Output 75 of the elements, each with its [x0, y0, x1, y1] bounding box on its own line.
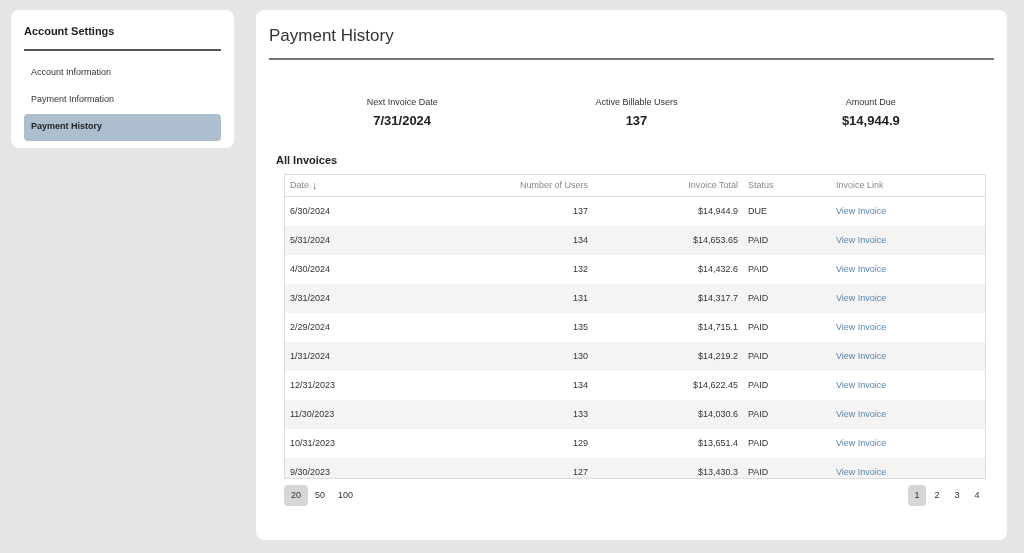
table-cell: 1/31/2024 [290, 350, 331, 361]
table-cell: $13,651.4 [697, 437, 738, 448]
page-button[interactable]: 3 [948, 485, 966, 506]
table-cell: 127 [572, 466, 588, 477]
column-header: Number of Users [519, 178, 588, 192]
table-cell: PAID [748, 263, 769, 274]
table-cell: $14,219.2 [697, 350, 738, 361]
table-cell: 131 [572, 292, 588, 303]
table-cell: 133 [572, 408, 588, 419]
invoice-link[interactable]: View Invoice [836, 263, 887, 274]
page-size-button[interactable]: 20 [284, 485, 308, 506]
summary-label: Active Billable Users [595, 95, 678, 109]
invoice-link[interactable]: View Invoice [836, 234, 887, 245]
table-cell: 134 [572, 234, 588, 245]
table-cell: 3/31/2024 [290, 292, 331, 303]
invoice-link[interactable]: View Invoice [836, 466, 887, 477]
invoice-link[interactable]: View Invoice [836, 437, 887, 448]
table-cell: 5/31/2024 [290, 234, 331, 245]
table-cell: PAID [748, 292, 769, 303]
summary-label: Next Invoice Date [366, 95, 438, 109]
table-cell: 130 [572, 350, 588, 361]
page-button[interactable]: 1 [908, 485, 926, 506]
table-cell: 9/30/2023 [290, 466, 331, 477]
column-header: Date [290, 178, 309, 192]
table-cell: 135 [572, 321, 588, 332]
page-button[interactable]: 4 [968, 485, 986, 506]
summary-value: $14,944.9 [841, 112, 900, 130]
page-size-button[interactable]: 50 [308, 485, 332, 506]
section-title: All Invoices [276, 152, 339, 168]
sidebar-item[interactable]: Account Information [24, 59, 221, 87]
table-cell: $14,317.7 [697, 292, 738, 303]
table-cell: $14,715.1 [697, 321, 738, 332]
sidebar-item[interactable]: Payment Information [24, 86, 221, 114]
table-cell: 10/31/2023 [290, 437, 336, 448]
table-cell: 4/30/2024 [290, 263, 331, 274]
table-cell: $14,944.9 [697, 205, 738, 216]
table-cell: 12/31/2023 [290, 379, 336, 390]
invoice-link[interactable]: View Invoice [836, 379, 887, 390]
table-cell: DUE [748, 205, 767, 216]
column-header: Invoice Total [688, 178, 738, 192]
table-cell: PAID [748, 466, 769, 477]
sidebar-item[interactable]: Payment History [24, 113, 221, 141]
table-cell: PAID [748, 408, 769, 419]
page-size-button[interactable]: 100 [332, 485, 360, 506]
table-cell: 6/30/2024 [290, 205, 331, 216]
table-cell: $14,622.45 [692, 379, 738, 390]
table-cell: $14,653.65 [692, 234, 738, 245]
table-cell: 11/30/2023 [290, 408, 335, 419]
summary-value: 137 [625, 112, 648, 130]
table-cell: 134 [572, 379, 588, 390]
table-cell: PAID [748, 234, 769, 245]
table-cell: 137 [572, 205, 588, 216]
table-cell: PAID [748, 321, 769, 332]
invoice-link[interactable]: View Invoice [836, 205, 887, 216]
table-cell: 2/29/2024 [290, 321, 331, 332]
invoice-link[interactable]: View Invoice [836, 408, 887, 419]
summary-value: 7/31/2024 [373, 112, 432, 130]
page-title: Payment History [269, 23, 994, 60]
sidebar-title: Account Settings [24, 23, 221, 51]
table-cell: $13,430.3 [697, 466, 738, 477]
column-header: Invoice Link [836, 178, 884, 192]
column-header: Status [748, 178, 774, 192]
table-cell: 132 [572, 263, 588, 274]
summary-label: Amount Due [845, 95, 896, 109]
invoice-link[interactable]: View Invoice [836, 350, 887, 361]
page-button[interactable]: 2 [928, 485, 946, 506]
table-cell: $14,432.6 [697, 263, 738, 274]
table-cell: PAID [748, 379, 769, 390]
sort-arrow-icon[interactable]: ↓ [312, 177, 318, 194]
invoice-link[interactable]: View Invoice [836, 321, 887, 332]
invoice-link[interactable]: View Invoice [836, 292, 887, 303]
table-cell: $14,030.6 [697, 408, 738, 419]
table-cell: PAID [748, 350, 769, 361]
table-cell: 129 [572, 437, 588, 448]
table-cell: PAID [748, 437, 769, 448]
